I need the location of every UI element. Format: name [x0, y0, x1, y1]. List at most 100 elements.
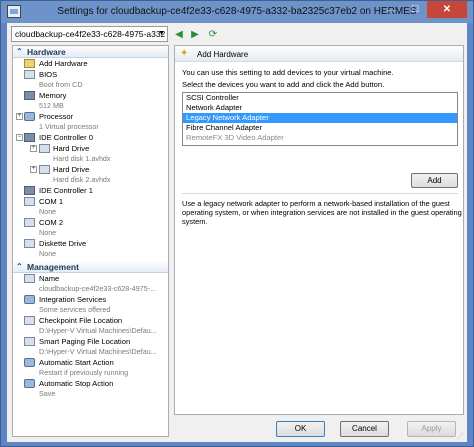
back-arrow-icon[interactable]: ◀: [173, 27, 185, 41]
tree-item-sub: cloudbackup-ce4f2e33-c628-4975-...: [39, 284, 157, 293]
window-client-area: cloudbackup-ce4f2e33-c628-4975-a332 ▼ ◀ …: [7, 23, 467, 442]
tree-item-label: Processor: [39, 112, 74, 121]
vm-selector-dropdown[interactable]: cloudbackup-ce4f2e33-c628-4975-a332 ▼: [11, 26, 168, 42]
expand-plus-icon[interactable]: +: [16, 113, 23, 120]
checkpoint-icon: [24, 316, 35, 325]
maximize-button[interactable]: ☐: [403, 1, 427, 18]
panel-title: Add Hardware: [197, 50, 249, 59]
ide-controller-icon: [24, 186, 35, 195]
add-hardware-icon: ✦: [180, 48, 189, 59]
collapse-chevron-icon[interactable]: ⌃: [16, 261, 23, 273]
title-bar[interactable]: Settings for cloudbackup-ce4f2e33-c628-4…: [1, 1, 473, 23]
expand-plus-icon[interactable]: +: [30, 145, 37, 152]
tree-item-ide-controller-0[interactable]: − IDE Controller 0: [13, 132, 168, 143]
tree-item-sub: Save: [39, 389, 56, 398]
apply-button[interactable]: Apply: [407, 421, 456, 437]
tree-item-automatic-start-action[interactable]: Automatic Start Action: [13, 357, 168, 368]
collapse-chevron-icon[interactable]: ⌃: [16, 46, 23, 58]
tree-item-automatic-stop-action[interactable]: Automatic Stop Action: [13, 378, 168, 389]
ok-button[interactable]: OK: [276, 421, 325, 437]
tree-item-hard-drive-2[interactable]: + Hard Drive: [13, 164, 168, 175]
tree-item-integration-services[interactable]: Integration Services: [13, 294, 168, 305]
panel-intro-text: You can use this setting to add devices …: [182, 68, 394, 77]
com-port-icon: [24, 197, 35, 206]
cancel-button[interactable]: Cancel: [340, 421, 389, 437]
forward-arrow-icon[interactable]: ▶: [189, 27, 201, 41]
hardware-section-label: Hardware: [27, 47, 66, 57]
processor-icon: [24, 112, 35, 121]
panel-divider: [182, 193, 458, 194]
refresh-icon[interactable]: ⟳: [207, 27, 219, 41]
settings-tree[interactable]: ⌃ Hardware Add Hardware BIOS Boot from C…: [12, 45, 169, 437]
tree-item-label: Automatic Stop Action: [39, 379, 114, 388]
window-controls: — ☐ ✕: [379, 1, 467, 18]
tree-item-hard-drive-1[interactable]: + Hard Drive: [13, 143, 168, 154]
device-option[interactable]: Network Adapter: [183, 103, 457, 113]
tree-item-label: COM 1: [39, 197, 64, 206]
tree-item-sub: None: [39, 207, 57, 216]
tree-item-label: BIOS: [39, 70, 58, 79]
integration-services-icon: [24, 295, 35, 304]
tree-item-com-2[interactable]: COM 2: [13, 217, 168, 228]
tree-item-label: IDE Controller 1: [39, 186, 94, 195]
tree-item-label: COM 2: [39, 218, 64, 227]
tree-item-label: IDE Controller 0: [39, 133, 94, 142]
expand-plus-icon[interactable]: +: [30, 166, 37, 173]
hard-drive-icon: [39, 144, 50, 153]
ide-controller-icon: [24, 133, 35, 142]
tree-item-ide-controller-1[interactable]: IDE Controller 1: [13, 185, 168, 196]
add-hardware-icon: [24, 59, 35, 68]
tree-item-label: Hard Drive: [53, 144, 90, 153]
device-option-selected[interactable]: Legacy Network Adapter: [183, 113, 457, 123]
tree-item-label: Smart Paging File Location: [39, 337, 131, 346]
tree-item-label: Integration Services: [39, 295, 107, 304]
tree-item-smart-paging-file-location[interactable]: Smart Paging File Location: [13, 336, 168, 347]
diskette-icon: [24, 239, 35, 248]
tree-item-label: Checkpoint File Location: [39, 316, 123, 325]
device-option-disabled: RemoteFX 3D Video Adapter: [186, 133, 284, 142]
tree-item-diskette-drive[interactable]: Diskette Drive: [13, 238, 168, 249]
tree-item-sub: Hard disk 2.avhdx: [53, 175, 111, 184]
tree-item-name[interactable]: Name: [13, 273, 168, 284]
tree-item-sub: Boot from CD: [39, 80, 83, 89]
tree-item-bios[interactable]: BIOS: [13, 69, 168, 80]
tree-item-checkpoint-file-location[interactable]: Checkpoint File Location: [13, 315, 168, 326]
management-section-label: Management: [27, 262, 79, 272]
panel-instruction-text: Select the devices you want to add and c…: [182, 80, 385, 89]
vm-selector-value: cloudbackup-ce4f2e33-c628-4975-a332: [15, 29, 166, 39]
hard-drive-icon: [39, 165, 50, 174]
collapse-minus-icon[interactable]: −: [16, 134, 23, 141]
tree-item-com-1[interactable]: COM 1: [13, 196, 168, 207]
stop-action-icon: [24, 379, 35, 388]
close-button[interactable]: ✕: [427, 1, 467, 18]
tree-item-label: Hard Drive: [53, 165, 90, 174]
name-icon: [24, 274, 35, 283]
tree-item-label: Add Hardware: [39, 59, 88, 68]
hardware-section-header[interactable]: ⌃ Hardware: [13, 46, 168, 58]
panel-header: ✦ Add Hardware: [175, 46, 463, 62]
start-action-icon: [24, 358, 35, 367]
resize-grip-icon[interactable]: ⋰: [457, 432, 467, 442]
tree-item-sub: None: [39, 249, 57, 258]
tree-item-label: Automatic Start Action: [39, 358, 114, 367]
tree-item-processor[interactable]: + Processor: [13, 111, 168, 122]
toolbar: cloudbackup-ce4f2e33-c628-4975-a332 ▼ ◀ …: [7, 23, 467, 45]
device-option[interactable]: SCSI Controller: [183, 93, 457, 103]
tree-item-sub: Restart if previously running: [39, 368, 129, 377]
management-section-header[interactable]: ⌃ Management: [13, 261, 168, 273]
device-listbox[interactable]: SCSI Controller Network Adapter Legacy N…: [182, 92, 458, 146]
tree-item-sub: Hard disk 1.avhdx: [53, 154, 111, 163]
tree-item-sub: D:\Hyper-V Virtual Machines\Defau...: [39, 347, 157, 356]
tree-item-sub: None: [39, 228, 57, 237]
tree-item-sub: Some services offered: [39, 305, 111, 314]
tree-item-add-hardware[interactable]: Add Hardware: [13, 58, 168, 69]
chevron-down-icon: ▼: [158, 30, 165, 37]
add-button[interactable]: Add: [411, 173, 458, 188]
add-hardware-panel: ✦ Add Hardware You can use this setting …: [174, 45, 464, 415]
device-option[interactable]: Fibre Channel Adapter: [183, 123, 457, 133]
tree-item-label: Memory: [39, 91, 67, 100]
device-description: Use a legacy network adapter to perform …: [182, 199, 462, 226]
tree-item-label: Name: [39, 274, 60, 283]
minimize-button[interactable]: —: [379, 1, 403, 18]
tree-item-memory[interactable]: Memory: [13, 90, 168, 101]
